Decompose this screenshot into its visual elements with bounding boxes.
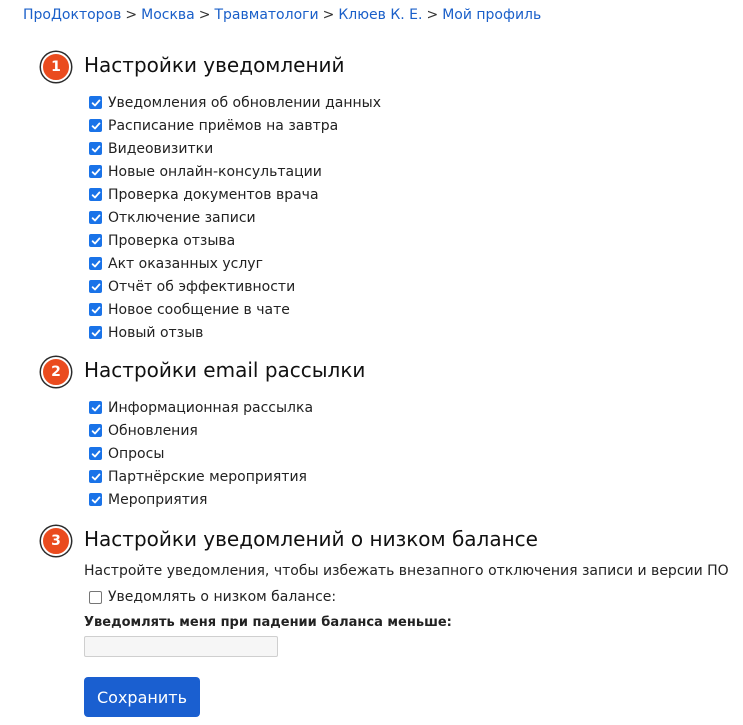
save-button[interactable]: Сохранить bbox=[84, 677, 200, 717]
breadcrumb-link-doctor[interactable]: Клюев К. Е. bbox=[338, 7, 422, 23]
option-label: Информационная рассылка bbox=[108, 399, 314, 416]
checkbox-checked[interactable] bbox=[89, 401, 102, 414]
breadcrumb-separator: > bbox=[322, 7, 335, 23]
option-item[interactable]: Новое сообщение в чате bbox=[89, 298, 381, 321]
checkmark-icon bbox=[91, 214, 100, 221]
checkmark-icon bbox=[91, 283, 100, 290]
checkbox-checked[interactable] bbox=[89, 424, 102, 437]
option-label: Новое сообщение в чате bbox=[108, 301, 290, 318]
checkbox-checked[interactable] bbox=[89, 447, 102, 460]
option-item[interactable]: Отчёт об эффективности bbox=[89, 275, 381, 298]
checkbox-checked[interactable] bbox=[89, 303, 102, 316]
checkbox-checked[interactable] bbox=[89, 257, 102, 270]
breadcrumb-separator: > bbox=[125, 7, 138, 23]
checkbox-checked[interactable] bbox=[89, 493, 102, 506]
checkmark-icon bbox=[91, 99, 100, 106]
notification-settings-title: Настройки уведомлений bbox=[84, 53, 345, 77]
checkbox-checked[interactable] bbox=[89, 211, 102, 224]
checkbox-checked[interactable] bbox=[89, 142, 102, 155]
checkmark-icon bbox=[91, 306, 100, 313]
checkmark-icon bbox=[91, 404, 100, 411]
option-label: Партнёрские мероприятия bbox=[108, 468, 307, 485]
option-label: Видеовизитки bbox=[108, 140, 214, 157]
checkbox-checked[interactable] bbox=[89, 119, 102, 132]
checkmark-icon bbox=[91, 496, 100, 503]
option-item[interactable]: Опросы bbox=[89, 442, 313, 465]
option-label: Проверка отзыва bbox=[108, 232, 236, 249]
option-label: Отключение записи bbox=[108, 209, 256, 226]
option-item[interactable]: Акт оказанных услуг bbox=[89, 252, 381, 275]
option-item[interactable]: Расписание приёмов на завтра bbox=[89, 114, 381, 137]
option-item[interactable]: Проверка отзыва bbox=[89, 229, 381, 252]
option-item[interactable]: Новые онлайн-консультации bbox=[89, 160, 381, 183]
option-label: Мероприятия bbox=[108, 491, 208, 508]
breadcrumb-link-my-profile[interactable]: Мой профиль bbox=[442, 7, 541, 23]
notification-options-list: Уведомления об обновлении данных Расписан… bbox=[89, 91, 381, 344]
option-label: Новые онлайн-консультации bbox=[108, 163, 322, 180]
option-label: Уведомления об обновлении данных bbox=[108, 94, 381, 111]
option-label: Обновления bbox=[108, 422, 198, 439]
checkmark-icon bbox=[91, 473, 100, 480]
option-label: Проверка документов врача bbox=[108, 186, 319, 203]
low-balance-checkbox[interactable] bbox=[89, 590, 102, 604]
low-balance-toggle[interactable]: Уведомлять о низком балансе: bbox=[89, 589, 336, 605]
email-settings-title: Настройки email рассылки bbox=[84, 358, 366, 382]
checkbox-checked[interactable] bbox=[89, 470, 102, 483]
breadcrumb-link-prodoctorov[interactable]: ПроДокторов bbox=[23, 7, 121, 23]
option-label: Акт оказанных услуг bbox=[108, 255, 263, 272]
breadcrumb-link-city[interactable]: Москва bbox=[141, 7, 195, 23]
option-item[interactable]: Проверка документов врача bbox=[89, 183, 381, 206]
email-options-list: Информационная рассылка Обновления Опросы П… bbox=[89, 396, 313, 511]
threshold-label: Уведомлять меня при падении баланса мень… bbox=[84, 615, 452, 630]
option-item[interactable]: Уведомления об обновлении данных bbox=[89, 91, 381, 114]
checkmark-icon bbox=[91, 168, 100, 175]
checkbox-checked[interactable] bbox=[89, 234, 102, 247]
checkmark-icon bbox=[91, 427, 100, 434]
option-label: Отчёт об эффективности bbox=[108, 278, 296, 295]
low-balance-label: Уведомлять о низком балансе: bbox=[108, 589, 337, 605]
option-label: Расписание приёмов на завтра bbox=[108, 117, 339, 134]
checkbox-checked[interactable] bbox=[89, 165, 102, 178]
option-item[interactable]: Мероприятия bbox=[89, 488, 313, 511]
checkmark-icon bbox=[91, 145, 100, 152]
checkbox-checked[interactable] bbox=[89, 188, 102, 201]
option-item[interactable]: Обновления bbox=[89, 419, 313, 442]
breadcrumb-separator: > bbox=[426, 7, 439, 23]
threshold-input[interactable] bbox=[84, 636, 278, 657]
option-label: Новый отзыв bbox=[108, 324, 204, 341]
checkbox-checked[interactable] bbox=[89, 280, 102, 293]
checkbox-checked[interactable] bbox=[89, 326, 102, 339]
breadcrumb-link-specialty[interactable]: Травматологи bbox=[214, 7, 318, 23]
step-badge-3: 3 bbox=[41, 526, 71, 556]
step-badge-1: 1 bbox=[41, 52, 71, 82]
checkmark-icon bbox=[91, 329, 100, 336]
option-item[interactable]: Отключение записи bbox=[89, 206, 381, 229]
checkmark-icon bbox=[91, 260, 100, 267]
checkmark-icon bbox=[91, 450, 100, 457]
option-item[interactable]: Видеовизитки bbox=[89, 137, 381, 160]
checkbox-checked[interactable] bbox=[89, 96, 102, 109]
breadcrumb-separator: > bbox=[198, 7, 211, 23]
checkmark-icon bbox=[91, 191, 100, 198]
option-item[interactable]: Новый отзыв bbox=[89, 321, 381, 344]
checkmark-icon bbox=[91, 122, 100, 129]
low-balance-description: Настройте уведомления, чтобы избежать вн… bbox=[84, 563, 729, 579]
option-item[interactable]: Партнёрские мероприятия bbox=[89, 465, 313, 488]
step-badge-2: 2 bbox=[41, 357, 71, 387]
option-label: Опросы bbox=[108, 445, 165, 462]
option-item[interactable]: Информационная рассылка bbox=[89, 396, 313, 419]
breadcrumb: ПроДокторов > Москва > Травматологи > Клюев К.… bbox=[23, 7, 541, 23]
low-balance-title: Настройки уведомлений о низком балансе bbox=[84, 527, 538, 551]
checkmark-icon bbox=[91, 237, 100, 244]
